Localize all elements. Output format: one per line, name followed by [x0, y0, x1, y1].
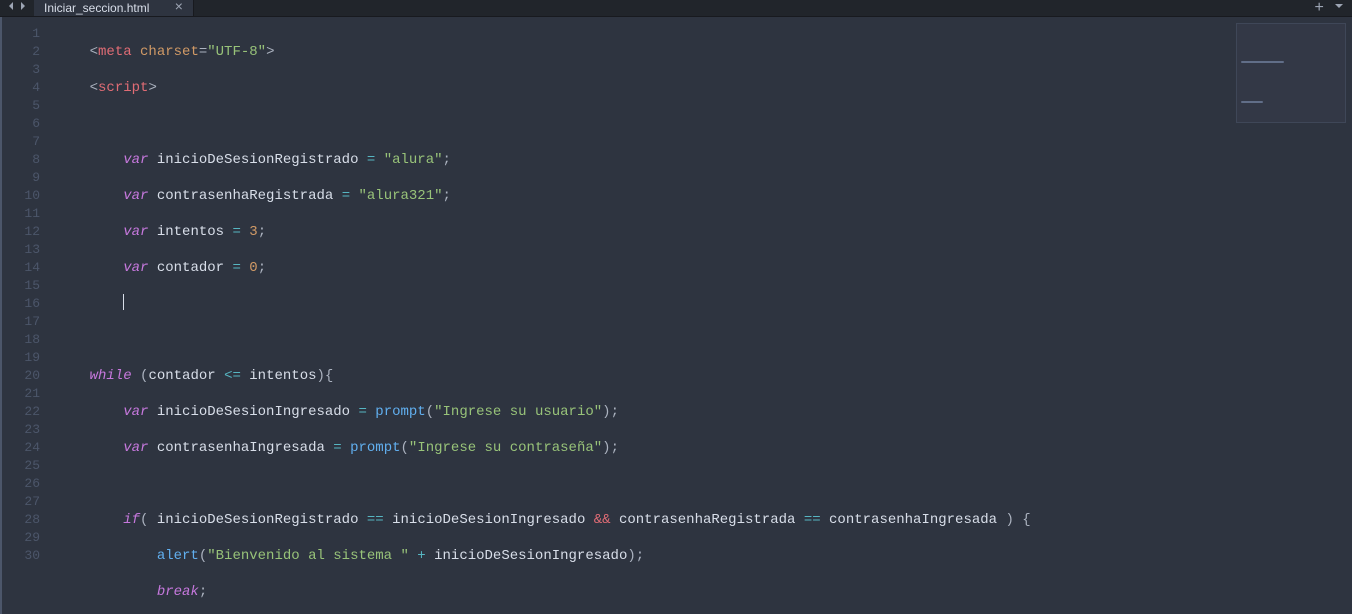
line-number: 29	[8, 529, 40, 547]
line-number: 23	[8, 421, 40, 439]
line-number: 13	[8, 241, 40, 259]
code-line: var inicioDeSesionRegistrado = "alura";	[56, 151, 1352, 169]
line-number: 11	[8, 205, 40, 223]
new-tab-icon[interactable]: +	[1314, 0, 1324, 16]
code-line: if( inicioDeSesionRegistrado == inicioDe…	[56, 511, 1352, 529]
fold-strip	[0, 17, 8, 614]
line-number: 16	[8, 295, 40, 313]
line-number: 21	[8, 385, 40, 403]
line-number: 1	[8, 25, 40, 43]
line-number: 5	[8, 97, 40, 115]
line-number: 9	[8, 169, 40, 187]
line-number: 7	[8, 133, 40, 151]
code-line	[56, 115, 1352, 133]
tabbar-spacer	[194, 0, 1306, 16]
nav-back-icon[interactable]	[6, 0, 16, 16]
editor: 1234567891011121314151617181920212223242…	[0, 17, 1352, 614]
tab-title: Iniciar_seccion.html	[44, 1, 149, 15]
code-line: break;	[56, 583, 1352, 601]
line-number: 22	[8, 403, 40, 421]
line-number: 26	[8, 475, 40, 493]
line-number: 12	[8, 223, 40, 241]
code-line: <script>	[56, 79, 1352, 97]
line-number: 27	[8, 493, 40, 511]
code-line: var contrasenhaRegistrada = "alura321";	[56, 187, 1352, 205]
code-line	[56, 331, 1352, 349]
code-line: <meta charset="UTF-8">	[56, 43, 1352, 61]
line-number: 6	[8, 115, 40, 133]
code-line	[56, 295, 1352, 313]
code-line: var intentos = 3;	[56, 223, 1352, 241]
code-line: while (contador <= intentos){	[56, 367, 1352, 385]
line-number: 3	[8, 61, 40, 79]
tab-menu-icon[interactable]	[1334, 0, 1344, 16]
code-line: var contrasenhaIngresada = prompt("Ingre…	[56, 439, 1352, 457]
code-area[interactable]: <meta charset="UTF-8"> <script> var inic…	[48, 17, 1352, 614]
app-root: Iniciar_seccion.html × + 123456789101112…	[0, 0, 1352, 614]
line-number: 20	[8, 367, 40, 385]
line-number: 14	[8, 259, 40, 277]
tabbar-right: +	[1306, 0, 1352, 16]
line-number: 8	[8, 151, 40, 169]
code-line: alert("Bienvenido al sistema " + inicioD…	[56, 547, 1352, 565]
tab-nav-arrows	[0, 0, 34, 16]
text-cursor	[123, 294, 124, 310]
line-number: 15	[8, 277, 40, 295]
tab-active[interactable]: Iniciar_seccion.html ×	[34, 0, 194, 16]
minimap[interactable]	[1236, 23, 1346, 123]
tab-bar: Iniciar_seccion.html × +	[0, 0, 1352, 17]
nav-forward-icon[interactable]	[18, 0, 28, 16]
line-number: 4	[8, 79, 40, 97]
line-number: 10	[8, 187, 40, 205]
line-number: 24	[8, 439, 40, 457]
line-number: 28	[8, 511, 40, 529]
close-icon[interactable]: ×	[175, 1, 183, 15]
line-number: 19	[8, 349, 40, 367]
line-number: 30	[8, 547, 40, 565]
line-number: 2	[8, 43, 40, 61]
line-gutter: 1234567891011121314151617181920212223242…	[8, 17, 48, 614]
code-line	[56, 475, 1352, 493]
line-number: 17	[8, 313, 40, 331]
code-line: var inicioDeSesionIngresado = prompt("In…	[56, 403, 1352, 421]
line-number: 18	[8, 331, 40, 349]
line-number: 25	[8, 457, 40, 475]
code-line: var contador = 0;	[56, 259, 1352, 277]
